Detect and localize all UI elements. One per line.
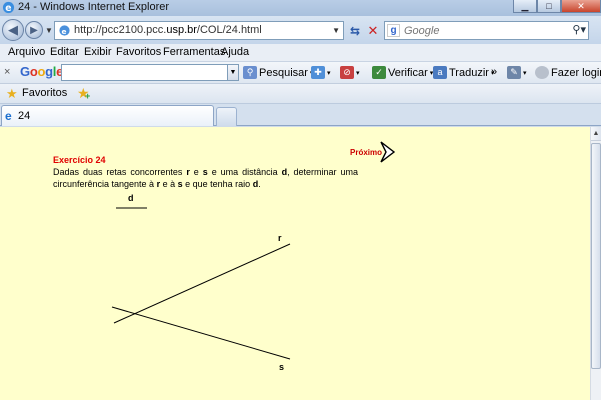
fazer-login-button[interactable]: Fazer login (535, 66, 601, 79)
traduzir-button[interactable]: a Traduzir ▾ (433, 66, 494, 79)
line-r (113, 243, 291, 324)
plus-icon: ✚ (311, 66, 325, 79)
new-tab-button[interactable] (216, 107, 237, 126)
favorites-button[interactable]: Favoritos (22, 87, 67, 99)
refresh-button[interactable]: ⇆ (346, 22, 364, 39)
refresh-icon: ⇆ (349, 23, 361, 38)
forward-arrow-icon: ▶ (30, 24, 38, 36)
forward-button[interactable]: ▶ (25, 21, 43, 39)
favorites-bar: ★ Favoritos ★ + (0, 84, 601, 104)
vertical-scrollbar[interactable]: ▲ (590, 127, 601, 400)
search-icon: ⚲ (243, 66, 257, 79)
line-s (111, 306, 291, 360)
pesquisar-button[interactable]: ⚲ Pesquisar▾ (243, 66, 313, 79)
ie-logo-icon: e (2, 1, 15, 14)
add-favorite-icon[interactable]: ★ + (77, 85, 90, 102)
menu-editar[interactable]: Editar (50, 46, 79, 58)
search-magnifier-icon[interactable]: ⚲▾ (572, 23, 586, 36)
more-tools-chevron[interactable]: » (491, 66, 497, 78)
url-text: http://pcc2100.pcc.usp.br/COL/24.html (74, 24, 262, 36)
maximize-button[interactable]: □ (537, 0, 561, 13)
menu-ajuda[interactable]: Ajuda (221, 46, 249, 58)
page-icon: e (59, 25, 70, 36)
menu-arquivo[interactable]: Arquivo (8, 46, 45, 58)
menu-exibir[interactable]: Exibir (84, 46, 112, 58)
google-search-icon: g (387, 24, 400, 37)
plus-tool-button[interactable]: ✚ ▾ (311, 66, 331, 79)
favorites-star-icon[interactable]: ★ (6, 86, 18, 102)
tab-ie-icon: e (5, 109, 12, 123)
svg-text:e: e (62, 27, 67, 36)
tab-strip: e 24 (0, 104, 601, 126)
svg-text:e: e (5, 3, 11, 14)
popup-blocker-icon: ⊘ (340, 66, 354, 79)
wrench-icon: ✎ (507, 66, 521, 79)
tab-24[interactable]: e 24 (1, 105, 214, 126)
line-s-label: s (279, 362, 284, 372)
settings-wrench-button[interactable]: ✎ ▾ (507, 66, 527, 79)
search-input[interactable] (404, 23, 564, 38)
user-icon (535, 66, 549, 79)
recent-pages-dropdown[interactable]: ▼ (45, 26, 53, 35)
line-r-label: r (278, 233, 282, 243)
tab-label: 24 (18, 110, 31, 122)
stop-button[interactable]: ✕ (364, 22, 382, 39)
window-titlebar: e 24 - Windows Internet Explorer ▁ □ ✕ (0, 0, 601, 16)
address-field[interactable]: e http://pcc2100.pcc.usp.br/COL/24.html … (54, 21, 344, 40)
address-dropdown[interactable]: ▼ (332, 26, 340, 35)
back-arrow-icon: ◀ (8, 22, 18, 37)
menu-favoritos[interactable]: Favoritos (116, 46, 161, 58)
stop-icon: ✕ (367, 22, 379, 38)
google-toolbar: × Google ▼ ⚲ Pesquisar▾ ✚▾ ⊘▾ ✓ Verifica… (0, 62, 601, 84)
page-content: Exercício 24 Dadas duas retas concorrent… (0, 127, 590, 400)
translate-icon: a (433, 66, 447, 79)
scroll-thumb[interactable] (591, 143, 601, 369)
window-controls: ▁ □ ✕ (513, 0, 601, 14)
google-logo[interactable]: Google (20, 64, 63, 79)
search-box: g ⚲▾ (384, 21, 589, 40)
popup-blocker-button[interactable]: ⊘ ▾ (340, 66, 360, 79)
close-window-button[interactable]: ✕ (561, 0, 601, 13)
window-title: 24 - Windows Internet Explorer (18, 1, 170, 13)
toolbar-close-icon[interactable]: × (4, 66, 10, 78)
address-bar-row: ◀ ▶ ▼ e http://pcc2100.pcc.usp.br/COL/24… (0, 16, 601, 44)
scroll-up-button[interactable]: ▲ (591, 127, 601, 141)
back-button[interactable]: ◀ (2, 19, 24, 41)
geometry-figure: r s (111, 207, 291, 372)
menu-bar: Arquivo Editar Exibir Favoritos Ferramen… (0, 44, 601, 62)
google-toolbar-dropdown[interactable]: ▼ (227, 64, 239, 81)
spellcheck-icon: ✓ (372, 66, 386, 79)
verificar-button[interactable]: ✓ Verificar ▾ (372, 66, 433, 79)
google-toolbar-input[interactable] (61, 64, 238, 81)
menu-ferramentas[interactable]: Ferramentas (163, 46, 225, 58)
minimize-button[interactable]: ▁ (513, 0, 537, 13)
